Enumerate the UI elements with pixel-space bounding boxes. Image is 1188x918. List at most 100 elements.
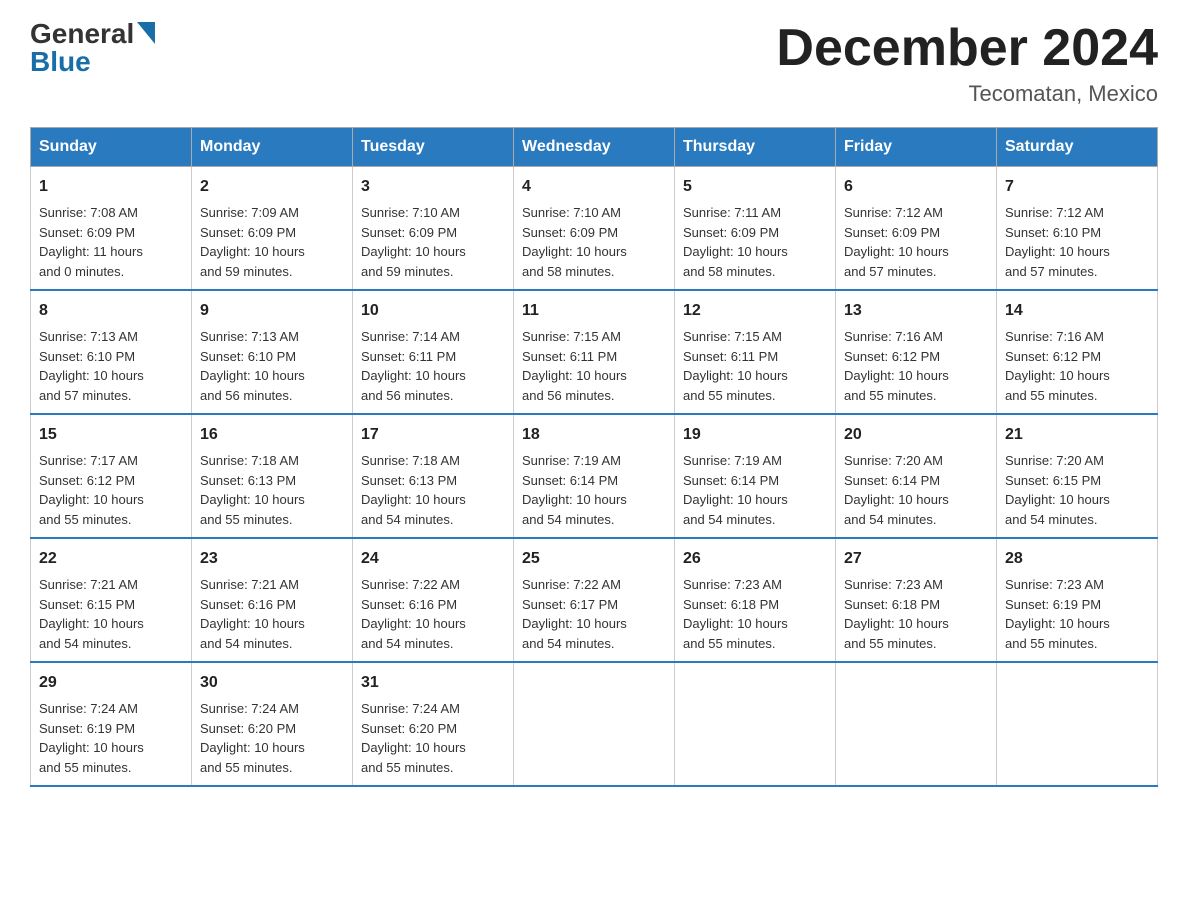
day-number: 1: [39, 175, 183, 199]
day-info: Sunrise: 7:24 AMSunset: 6:19 PMDaylight:…: [39, 701, 144, 775]
day-info: Sunrise: 7:16 AMSunset: 6:12 PMDaylight:…: [844, 329, 949, 403]
month-title: December 2024: [776, 20, 1158, 77]
day-info: Sunrise: 7:23 AMSunset: 6:18 PMDaylight:…: [844, 577, 949, 651]
calendar-day-cell: 7 Sunrise: 7:12 AMSunset: 6:10 PMDayligh…: [997, 167, 1158, 291]
logo-triangle-icon: [137, 22, 155, 44]
logo-blue-text: Blue: [30, 48, 91, 76]
calendar-day-cell: 21 Sunrise: 7:20 AMSunset: 6:15 PMDaylig…: [997, 414, 1158, 538]
day-info: Sunrise: 7:17 AMSunset: 6:12 PMDaylight:…: [39, 453, 144, 527]
calendar-day-cell: 16 Sunrise: 7:18 AMSunset: 6:13 PMDaylig…: [192, 414, 353, 538]
day-number: 19: [683, 423, 827, 447]
calendar-day-cell: 8 Sunrise: 7:13 AMSunset: 6:10 PMDayligh…: [31, 290, 192, 414]
day-number: 13: [844, 299, 988, 323]
calendar-weekday-header: Sunday: [31, 128, 192, 167]
day-number: 20: [844, 423, 988, 447]
calendar-weekday-header: Wednesday: [514, 128, 675, 167]
calendar-weekday-header: Thursday: [675, 128, 836, 167]
day-number: 31: [361, 671, 505, 695]
day-number: 12: [683, 299, 827, 323]
day-number: 14: [1005, 299, 1149, 323]
calendar-day-cell: 3 Sunrise: 7:10 AMSunset: 6:09 PMDayligh…: [353, 167, 514, 291]
calendar-header-row: SundayMondayTuesdayWednesdayThursdayFrid…: [31, 128, 1158, 167]
day-number: 27: [844, 547, 988, 571]
day-info: Sunrise: 7:15 AMSunset: 6:11 PMDaylight:…: [683, 329, 788, 403]
calendar-day-cell: 18 Sunrise: 7:19 AMSunset: 6:14 PMDaylig…: [514, 414, 675, 538]
calendar-day-cell: 2 Sunrise: 7:09 AMSunset: 6:09 PMDayligh…: [192, 167, 353, 291]
day-number: 8: [39, 299, 183, 323]
day-number: 30: [200, 671, 344, 695]
day-info: Sunrise: 7:16 AMSunset: 6:12 PMDaylight:…: [1005, 329, 1110, 403]
calendar-day-cell: 19 Sunrise: 7:19 AMSunset: 6:14 PMDaylig…: [675, 414, 836, 538]
calendar-table: SundayMondayTuesdayWednesdayThursdayFrid…: [30, 127, 1158, 787]
day-info: Sunrise: 7:08 AMSunset: 6:09 PMDaylight:…: [39, 205, 143, 279]
calendar-week-row: 22 Sunrise: 7:21 AMSunset: 6:15 PMDaylig…: [31, 538, 1158, 662]
calendar-week-row: 1 Sunrise: 7:08 AMSunset: 6:09 PMDayligh…: [31, 167, 1158, 291]
calendar-day-cell: 13 Sunrise: 7:16 AMSunset: 6:12 PMDaylig…: [836, 290, 997, 414]
day-number: 15: [39, 423, 183, 447]
page-header: General Blue December 2024 Tecomatan, Me…: [30, 20, 1158, 107]
day-info: Sunrise: 7:14 AMSunset: 6:11 PMDaylight:…: [361, 329, 466, 403]
day-info: Sunrise: 7:12 AMSunset: 6:10 PMDaylight:…: [1005, 205, 1110, 279]
day-info: Sunrise: 7:18 AMSunset: 6:13 PMDaylight:…: [200, 453, 305, 527]
day-number: 25: [522, 547, 666, 571]
calendar-day-cell: 28 Sunrise: 7:23 AMSunset: 6:19 PMDaylig…: [997, 538, 1158, 662]
day-number: 9: [200, 299, 344, 323]
calendar-day-cell: 22 Sunrise: 7:21 AMSunset: 6:15 PMDaylig…: [31, 538, 192, 662]
day-number: 29: [39, 671, 183, 695]
day-number: 17: [361, 423, 505, 447]
day-info: Sunrise: 7:20 AMSunset: 6:15 PMDaylight:…: [1005, 453, 1110, 527]
day-number: 6: [844, 175, 988, 199]
day-info: Sunrise: 7:21 AMSunset: 6:15 PMDaylight:…: [39, 577, 144, 651]
day-number: 18: [522, 423, 666, 447]
calendar-day-cell: [514, 662, 675, 786]
logo-general-text: General: [30, 20, 134, 48]
day-number: 26: [683, 547, 827, 571]
calendar-weekday-header: Friday: [836, 128, 997, 167]
day-number: 24: [361, 547, 505, 571]
calendar-day-cell: 27 Sunrise: 7:23 AMSunset: 6:18 PMDaylig…: [836, 538, 997, 662]
day-info: Sunrise: 7:19 AMSunset: 6:14 PMDaylight:…: [522, 453, 627, 527]
day-info: Sunrise: 7:19 AMSunset: 6:14 PMDaylight:…: [683, 453, 788, 527]
day-number: 5: [683, 175, 827, 199]
location-title: Tecomatan, Mexico: [776, 81, 1158, 107]
calendar-week-row: 15 Sunrise: 7:17 AMSunset: 6:12 PMDaylig…: [31, 414, 1158, 538]
calendar-day-cell: 24 Sunrise: 7:22 AMSunset: 6:16 PMDaylig…: [353, 538, 514, 662]
day-number: 7: [1005, 175, 1149, 199]
day-number: 3: [361, 175, 505, 199]
calendar-day-cell: 4 Sunrise: 7:10 AMSunset: 6:09 PMDayligh…: [514, 167, 675, 291]
calendar-weekday-header: Monday: [192, 128, 353, 167]
calendar-day-cell: 15 Sunrise: 7:17 AMSunset: 6:12 PMDaylig…: [31, 414, 192, 538]
day-info: Sunrise: 7:10 AMSunset: 6:09 PMDaylight:…: [361, 205, 466, 279]
calendar-day-cell: 23 Sunrise: 7:21 AMSunset: 6:16 PMDaylig…: [192, 538, 353, 662]
calendar-week-row: 29 Sunrise: 7:24 AMSunset: 6:19 PMDaylig…: [31, 662, 1158, 786]
calendar-day-cell: 9 Sunrise: 7:13 AMSunset: 6:10 PMDayligh…: [192, 290, 353, 414]
day-info: Sunrise: 7:24 AMSunset: 6:20 PMDaylight:…: [361, 701, 466, 775]
day-info: Sunrise: 7:20 AMSunset: 6:14 PMDaylight:…: [844, 453, 949, 527]
calendar-day-cell: 31 Sunrise: 7:24 AMSunset: 6:20 PMDaylig…: [353, 662, 514, 786]
day-info: Sunrise: 7:10 AMSunset: 6:09 PMDaylight:…: [522, 205, 627, 279]
day-number: 16: [200, 423, 344, 447]
day-info: Sunrise: 7:23 AMSunset: 6:18 PMDaylight:…: [683, 577, 788, 651]
calendar-week-row: 8 Sunrise: 7:13 AMSunset: 6:10 PMDayligh…: [31, 290, 1158, 414]
calendar-day-cell: 6 Sunrise: 7:12 AMSunset: 6:09 PMDayligh…: [836, 167, 997, 291]
calendar-day-cell: 29 Sunrise: 7:24 AMSunset: 6:19 PMDaylig…: [31, 662, 192, 786]
title-section: December 2024 Tecomatan, Mexico: [776, 20, 1158, 107]
calendar-day-cell: 11 Sunrise: 7:15 AMSunset: 6:11 PMDaylig…: [514, 290, 675, 414]
calendar-day-cell: 25 Sunrise: 7:22 AMSunset: 6:17 PMDaylig…: [514, 538, 675, 662]
day-info: Sunrise: 7:12 AMSunset: 6:09 PMDaylight:…: [844, 205, 949, 279]
day-info: Sunrise: 7:22 AMSunset: 6:17 PMDaylight:…: [522, 577, 627, 651]
day-info: Sunrise: 7:13 AMSunset: 6:10 PMDaylight:…: [200, 329, 305, 403]
day-info: Sunrise: 7:13 AMSunset: 6:10 PMDaylight:…: [39, 329, 144, 403]
day-number: 28: [1005, 547, 1149, 571]
day-number: 21: [1005, 423, 1149, 447]
logo: General Blue: [30, 20, 155, 76]
calendar-day-cell: 1 Sunrise: 7:08 AMSunset: 6:09 PMDayligh…: [31, 167, 192, 291]
calendar-day-cell: [836, 662, 997, 786]
calendar-day-cell: 10 Sunrise: 7:14 AMSunset: 6:11 PMDaylig…: [353, 290, 514, 414]
day-info: Sunrise: 7:21 AMSunset: 6:16 PMDaylight:…: [200, 577, 305, 651]
day-info: Sunrise: 7:22 AMSunset: 6:16 PMDaylight:…: [361, 577, 466, 651]
calendar-day-cell: 12 Sunrise: 7:15 AMSunset: 6:11 PMDaylig…: [675, 290, 836, 414]
calendar-weekday-header: Saturday: [997, 128, 1158, 167]
calendar-day-cell: 30 Sunrise: 7:24 AMSunset: 6:20 PMDaylig…: [192, 662, 353, 786]
calendar-weekday-header: Tuesday: [353, 128, 514, 167]
